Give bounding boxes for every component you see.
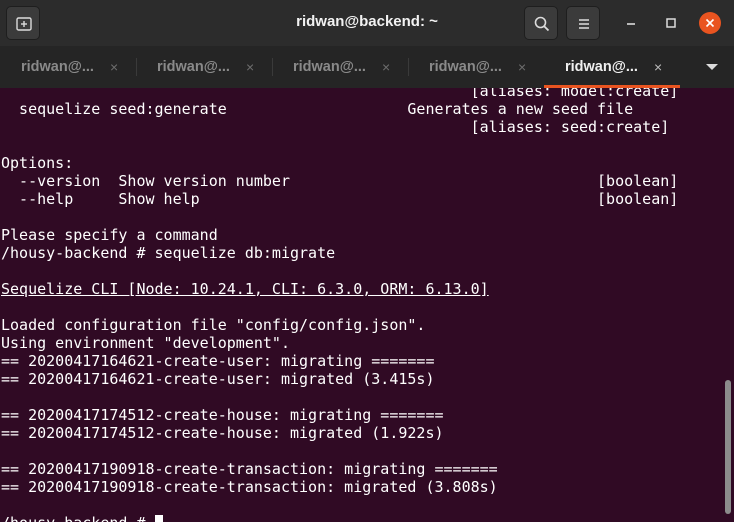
terminal-line-sequelize-banner: Sequelize CLI [Node: 10.24.1, CLI: 6.3.0… xyxy=(1,280,489,298)
terminal-prompt-line: /housy-backend # xyxy=(1,514,678,522)
tab-3[interactable]: ridwan@... × xyxy=(272,46,408,88)
tab-label: ridwan@... xyxy=(429,59,502,75)
tab-list-dropdown-icon[interactable] xyxy=(706,64,718,70)
tab-4[interactable]: ridwan@... × xyxy=(408,46,544,88)
tab-close-button[interactable]: × xyxy=(110,59,118,75)
tab-close-button[interactable]: × xyxy=(518,59,526,75)
close-button[interactable] xyxy=(699,12,721,34)
scrollbar-track[interactable] xyxy=(722,88,734,522)
maximize-icon xyxy=(666,18,676,28)
tab-close-button[interactable]: × xyxy=(382,59,390,75)
terminal-line: Please specify a command xyxy=(1,226,218,244)
terminal-line: == 20200417190918-create-transaction: mi… xyxy=(1,460,498,478)
terminal-line: == 20200417164621-create-user: migrated … xyxy=(1,370,435,388)
terminal-line: /housy-backend # sequelize db:migrate xyxy=(1,244,336,262)
terminal-prompt: /housy-backend # xyxy=(1,514,155,522)
close-icon xyxy=(705,18,715,28)
terminal-line: == 20200417164621-create-user: migrating… xyxy=(1,352,435,370)
tab-bar: ridwan@... × ridwan@... × ridwan@... × r… xyxy=(0,46,734,88)
menu-button[interactable] xyxy=(566,6,600,40)
terminal-text: [aliases: model:create] sequelize seed:g… xyxy=(1,88,678,522)
tab-label: ridwan@... xyxy=(157,59,230,75)
tab-close-button[interactable]: × xyxy=(246,59,254,75)
minimize-button[interactable] xyxy=(620,12,642,34)
terminal-line: --help Show help [boolean] xyxy=(1,190,679,208)
tab-1[interactable]: ridwan@... × xyxy=(0,46,136,88)
header-bar: ridwan@backend: ~ xyxy=(0,0,734,46)
terminal-line: --version Show version number [boolean] xyxy=(1,172,679,190)
hamburger-menu-icon xyxy=(579,19,589,29)
terminal-line: == 20200417174512-create-house: migratin… xyxy=(1,406,444,424)
tab-5-active[interactable]: ridwan@... × xyxy=(544,46,680,88)
terminal-line: Using environment "development". xyxy=(1,334,290,352)
terminal-line: Loaded configuration file "config/config… xyxy=(1,316,426,334)
tab-close-button[interactable]: × xyxy=(654,59,662,75)
terminal-output[interactable]: [aliases: model:create] sequelize seed:g… xyxy=(0,88,722,522)
search-button[interactable] xyxy=(524,6,558,40)
terminal-window: ridwan@backend: ~ ridwan@... × ridwan@..… xyxy=(0,0,734,522)
search-icon xyxy=(534,16,550,32)
tab-label: ridwan@... xyxy=(21,59,94,75)
terminal-line: == 20200417190918-create-transaction: mi… xyxy=(1,478,498,496)
minimize-icon xyxy=(627,23,635,25)
tab-label: ridwan@... xyxy=(293,59,366,75)
terminal-line: [aliases: model:create] xyxy=(1,88,679,100)
text-cursor xyxy=(154,515,163,522)
scrollbar-thumb[interactable] xyxy=(725,380,731,514)
tab-label: ridwan@... xyxy=(565,59,638,75)
terminal-line: sequelize seed:generate Generates a new … xyxy=(1,100,634,118)
terminal-line: [aliases: seed:create] xyxy=(1,118,670,136)
tab-2[interactable]: ridwan@... × xyxy=(136,46,272,88)
terminal-line: Options: xyxy=(1,154,74,172)
maximize-button[interactable] xyxy=(660,12,682,34)
terminal-line: == 20200417174512-create-house: migrated… xyxy=(1,424,444,442)
